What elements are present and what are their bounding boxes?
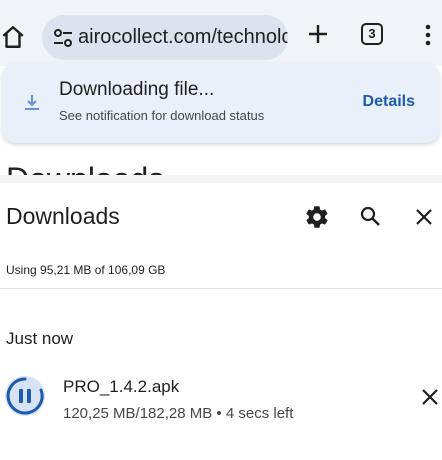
- download-icon: [25, 95, 39, 110]
- more-vert-icon[interactable]: [420, 22, 436, 48]
- file-name: PRO_1.4.2.apk: [63, 377, 180, 396]
- storage-summary: Using 95,21 MB of 106,09 GB: [6, 263, 166, 277]
- address-bar[interactable]: airocollect.com/technolc: [42, 15, 288, 60]
- hidden-heading-text: Downloads: [6, 161, 164, 175]
- url-text: airocollect.com/technolc: [78, 26, 288, 48]
- details-button[interactable]: Details: [363, 93, 415, 111]
- tab-switcher-icon[interactable]: 3: [361, 23, 383, 45]
- divider-band: [0, 175, 442, 183]
- close-icon[interactable]: [414, 207, 434, 227]
- search-icon[interactable]: [358, 204, 382, 228]
- pause-icon[interactable]: [5, 376, 45, 416]
- home-icon[interactable]: [0, 24, 26, 50]
- page-title: Downloads: [6, 203, 120, 229]
- section-header: Just now: [6, 329, 74, 348]
- browser-toolbar: airocollect.com/technolc 3: [0, 0, 442, 66]
- plus-icon[interactable]: [306, 22, 330, 46]
- download-bubble[interactable]: Downloading file... See notification for…: [2, 63, 440, 143]
- tune-icon[interactable]: [52, 27, 74, 49]
- bubble-subtitle: See notification for download status: [59, 108, 265, 123]
- divider: [0, 288, 442, 289]
- downloads-page: Downloads Using 95,21 MB of 106,09 GB Ju…: [0, 183, 442, 460]
- bubble-title: Downloading file...: [59, 79, 215, 100]
- hidden-heading: Downloads: [0, 143, 442, 175]
- gear-icon[interactable]: [304, 204, 330, 230]
- cancel-download-icon[interactable]: [421, 388, 439, 406]
- file-progress: 120,25 MB/182,28 MB • 4 secs left: [63, 405, 294, 422]
